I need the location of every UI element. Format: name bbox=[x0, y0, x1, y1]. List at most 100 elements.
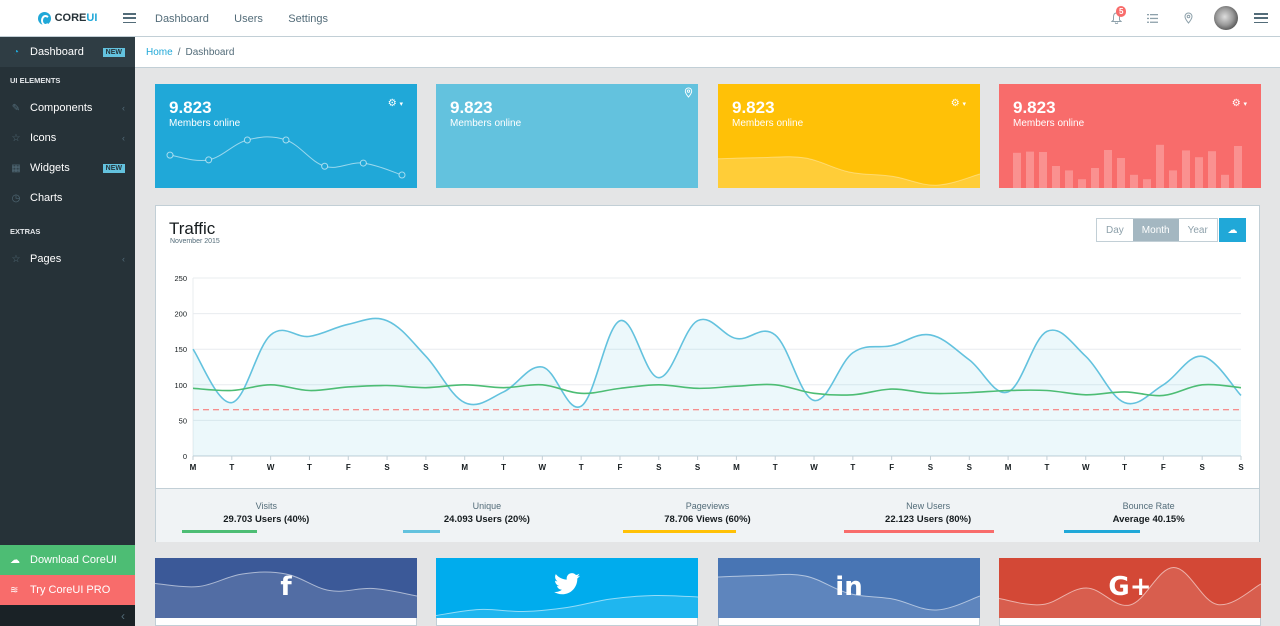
sidebar-toggle-button[interactable] bbox=[123, 13, 136, 23]
user-avatar[interactable] bbox=[1214, 6, 1238, 30]
x-tick-label: W bbox=[1082, 463, 1090, 472]
breadcrumb-separator: / bbox=[178, 47, 181, 58]
stat-label: New Users bbox=[818, 501, 1039, 511]
sidebar-item-pages[interactable]: ☆ Pages ‹ bbox=[0, 244, 135, 274]
x-tick-label: T bbox=[501, 463, 506, 472]
stat-card-members-1: 9.823 Members online ⚙ ▾ bbox=[155, 84, 417, 188]
stat-progress-bar bbox=[623, 530, 736, 533]
google-plus-icon: G+ bbox=[999, 572, 1261, 602]
download-coreui-button[interactable]: ☁ Download CoreUI bbox=[0, 545, 135, 575]
stat-value: Average 40.15% bbox=[1038, 514, 1259, 525]
settings-dropdown-button[interactable]: ⚙ ▾ bbox=[951, 98, 966, 109]
sidebar-item-dashboard[interactable]: ◔ Dashboard NEW bbox=[0, 37, 135, 67]
list-icon bbox=[1147, 14, 1158, 23]
sidebar-item-components[interactable]: ✎ Components ‹ bbox=[0, 93, 135, 123]
try-coreui-pro-button[interactable]: ≋ Try CoreUI PRO bbox=[0, 575, 135, 605]
breadcrumb-home[interactable]: Home bbox=[146, 47, 173, 58]
gear-icon: ⚙ bbox=[951, 98, 960, 109]
stat-value: 24.093 Users (20%) bbox=[377, 514, 598, 525]
gear-icon: ⚙ bbox=[388, 98, 397, 109]
location-button[interactable] bbox=[1170, 12, 1206, 24]
chevron-left-icon: ‹ bbox=[122, 103, 125, 113]
card-value: 9.823 bbox=[732, 98, 775, 118]
speedometer-icon: ◔ bbox=[10, 47, 22, 58]
x-tick-label: S bbox=[423, 463, 429, 472]
sparkline-point bbox=[283, 137, 289, 143]
notifications-button[interactable]: 5 bbox=[1098, 12, 1134, 24]
card-sparkline bbox=[155, 128, 417, 188]
header-nav: Dashboard Users Settings bbox=[155, 11, 350, 25]
sparkline-point bbox=[167, 152, 173, 158]
stat-card-members-2: 9.823 Members online bbox=[436, 84, 698, 188]
x-tick-label: W bbox=[539, 463, 547, 472]
calculator-icon: ▦ bbox=[10, 163, 22, 174]
range-selector: Day Month Year bbox=[1096, 218, 1218, 242]
location-pin-icon bbox=[1184, 12, 1193, 24]
social-card-body bbox=[999, 618, 1261, 626]
range-day-button[interactable]: Day bbox=[1097, 219, 1133, 241]
card-area-chart bbox=[718, 128, 980, 188]
aside-menu-toggle-button[interactable] bbox=[1254, 13, 1268, 23]
x-tick-label: S bbox=[967, 463, 973, 472]
range-year-button[interactable]: Year bbox=[1179, 219, 1217, 241]
stat-value: 29.703 Users (40%) bbox=[156, 514, 377, 525]
x-tick-label: M bbox=[1005, 463, 1012, 472]
x-tick-label: F bbox=[1161, 463, 1166, 472]
x-tick-label: S bbox=[1238, 463, 1244, 472]
star-icon: ☆ bbox=[10, 133, 22, 144]
sidebar-item-label: Dashboard bbox=[30, 46, 103, 58]
x-tick-label: F bbox=[346, 463, 351, 472]
x-tick-label: M bbox=[733, 463, 740, 472]
social-card-body bbox=[436, 618, 698, 626]
x-tick-label: T bbox=[850, 463, 855, 472]
x-tick-label: W bbox=[810, 463, 818, 472]
range-month-button[interactable]: Month bbox=[1133, 219, 1179, 241]
traffic-title: Traffic bbox=[169, 219, 215, 239]
stat-progress-bar bbox=[182, 530, 257, 533]
sparkline-point bbox=[360, 160, 366, 166]
x-tick-label: M bbox=[190, 463, 197, 472]
x-tick-label: T bbox=[1122, 463, 1127, 472]
nav-users[interactable]: Users bbox=[234, 13, 263, 25]
bar bbox=[1234, 146, 1242, 188]
sidebar-item-charts[interactable]: ◷ Charts bbox=[0, 183, 135, 213]
x-tick-label: S bbox=[928, 463, 934, 472]
settings-dropdown-button[interactable]: ⚙ ▾ bbox=[1232, 98, 1247, 109]
stat-new-users: New Users22.123 Users (80%) bbox=[818, 489, 1039, 542]
download-button[interactable]: ☁ bbox=[1219, 218, 1246, 242]
bar bbox=[1078, 179, 1086, 188]
stat-unique: Unique 24.093 Users (20%) bbox=[377, 489, 598, 542]
stat-label: Bounce Rate bbox=[1038, 501, 1259, 511]
sidebar-item-widgets[interactable]: ▦ Widgets NEW bbox=[0, 153, 135, 183]
bar bbox=[1117, 158, 1125, 188]
sidebar-item-label: Components bbox=[30, 102, 122, 114]
stat-value: 78.706 Views (60%) bbox=[597, 514, 818, 525]
tasks-button[interactable] bbox=[1134, 14, 1170, 23]
stat-card-members-3: 9.823 Members online ⚙ ▾ bbox=[718, 84, 980, 188]
nav-dashboard[interactable]: Dashboard bbox=[155, 13, 209, 25]
sidebar-section-title: UI ELEMENTS bbox=[0, 67, 135, 93]
x-tick-label: S bbox=[695, 463, 701, 472]
sidebar-minimize-button[interactable]: ‹ bbox=[0, 605, 135, 626]
stat-visits: Visits29.703 Users (40%) bbox=[156, 489, 377, 542]
brand-logo[interactable]: COREUI bbox=[0, 12, 135, 25]
x-tick-label: T bbox=[307, 463, 312, 472]
bar bbox=[1039, 152, 1047, 188]
y-tick-label: 200 bbox=[174, 310, 187, 319]
sidebar-item-icons[interactable]: ☆ Icons ‹ bbox=[0, 123, 135, 153]
settings-dropdown-button[interactable]: ⚙ ▾ bbox=[388, 98, 403, 109]
nav-settings[interactable]: Settings bbox=[288, 13, 328, 25]
sparkline-point bbox=[322, 163, 328, 169]
twitter-icon bbox=[436, 572, 698, 602]
caret-down-icon: ▾ bbox=[1243, 101, 1247, 108]
social-card-twitter bbox=[436, 558, 698, 626]
stat-card-members-4: 9.823 Members online ⚙ ▾ bbox=[999, 84, 1261, 188]
social-card-google-plus: G+ bbox=[999, 558, 1261, 626]
bar bbox=[1013, 153, 1021, 188]
gear-icon: ⚙ bbox=[1232, 98, 1241, 109]
caret-down-icon: ▾ bbox=[399, 101, 403, 108]
stat-label: Unique bbox=[377, 501, 598, 511]
sparkline-point bbox=[399, 172, 405, 178]
bar bbox=[1208, 151, 1216, 188]
location-pin-icon bbox=[684, 87, 693, 98]
